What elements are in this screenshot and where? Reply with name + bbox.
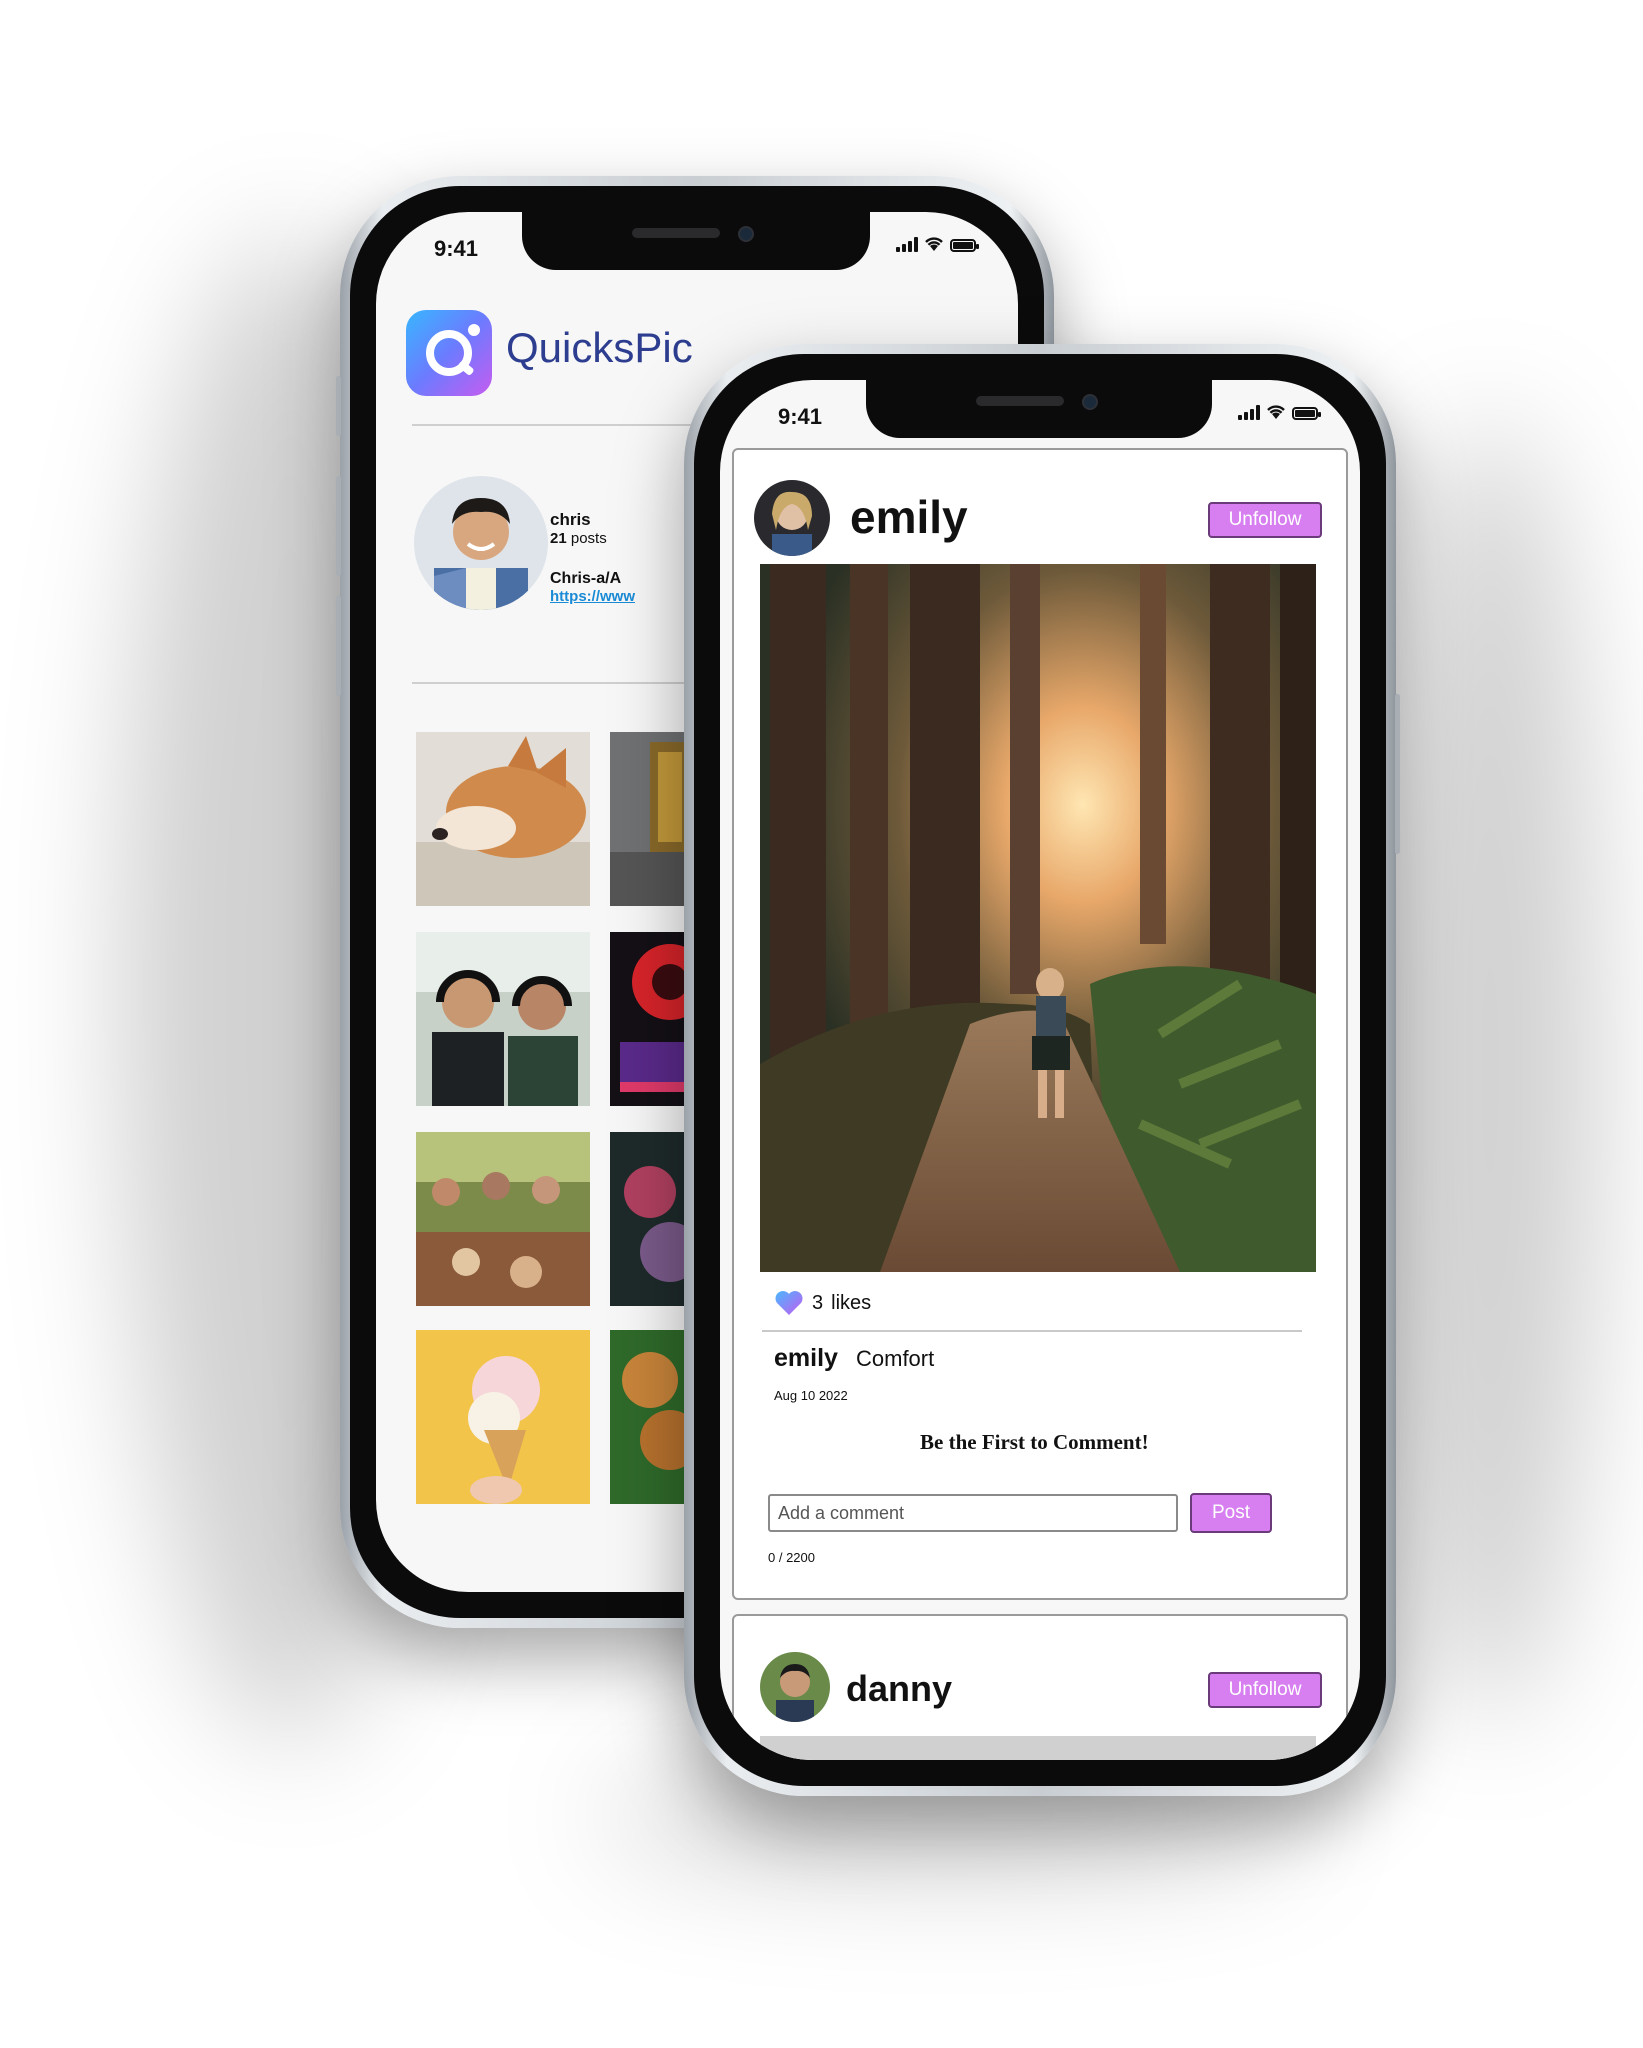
app-name: QuicksPic — [506, 324, 693, 371]
post-comment-button[interactable]: Post — [1190, 1493, 1272, 1533]
status-icons — [1238, 404, 1321, 420]
profile-post-count: 21 posts — [550, 530, 607, 547]
status-time: 9:41 — [434, 236, 479, 261]
battery-icon — [950, 239, 979, 252]
front-phone-notch — [866, 380, 1212, 438]
profile-avatar — [414, 476, 548, 610]
back-phone-side-button — [336, 376, 341, 436]
caption-username[interactable]: emily — [774, 1344, 838, 1373]
quickspic-logo-icon — [406, 310, 492, 396]
status-icons — [896, 236, 979, 252]
back-phone-volume-up — [336, 476, 341, 576]
front-phone-screen: 9:41 emily Unfollow 3 likes emily Comfor… — [720, 380, 1360, 1760]
speaker-grille — [632, 228, 720, 238]
profile-username: chris — [550, 510, 591, 529]
front-phone-power-button — [1395, 694, 1400, 854]
likes-label: likes — [831, 1291, 872, 1314]
front-camera — [1082, 394, 1098, 410]
signal-icon — [896, 236, 918, 252]
wifi-icon — [1267, 405, 1285, 419]
post-author-avatar[interactable] — [754, 480, 830, 556]
post-author-avatar[interactable] — [760, 1652, 830, 1722]
grid-photo-dinner-party[interactable] — [416, 1132, 590, 1306]
profile-display-name: Chris-a/A — [550, 570, 622, 587]
caption-text: Comfort — [856, 1346, 935, 1371]
post-card: emily Unfollow 3 likes emily Comfort Aug… — [732, 448, 1348, 1600]
wifi-icon — [925, 237, 943, 251]
back-phone-notch — [522, 212, 870, 270]
empty-comments-message: Be the First to Comment! — [920, 1430, 1149, 1454]
post-author-username[interactable]: danny — [846, 1668, 952, 1710]
profile-website-link[interactable]: https://www — [550, 588, 635, 605]
post-date: Aug 10 2022 — [774, 1388, 848, 1403]
front-camera — [738, 226, 754, 242]
grid-photo-ice-cream[interactable] — [416, 1330, 590, 1504]
heart-icon[interactable] — [774, 1290, 804, 1316]
battery-icon — [1292, 407, 1321, 420]
unfollow-button[interactable]: Unfollow — [1208, 1672, 1322, 1708]
unfollow-button[interactable]: Unfollow — [1208, 502, 1322, 538]
post-image-forest-hiker[interactable] — [760, 564, 1316, 1272]
post-image-placeholder[interactable] — [760, 1736, 1316, 1760]
post-count-value: 21 — [550, 530, 567, 547]
likes-count: 3 — [812, 1291, 824, 1314]
speaker-grille — [976, 396, 1064, 406]
comment-char-count: 0 / 2200 — [768, 1550, 815, 1565]
front-phone: 9:41 emily Unfollow 3 likes emily Comfor… — [684, 344, 1400, 1796]
post-author-username[interactable]: emily — [850, 490, 968, 544]
likes-row: 3 likes — [774, 1290, 871, 1316]
grid-photo-friends-headphones[interactable] — [416, 932, 590, 1106]
back-phone-volume-down — [336, 596, 341, 696]
likes-divider — [762, 1330, 1302, 1332]
front-phone-bezel: 9:41 emily Unfollow 3 likes emily Comfor… — [694, 354, 1386, 1786]
comment-input[interactable] — [768, 1494, 1178, 1532]
status-time: 9:41 — [778, 404, 823, 429]
signal-icon — [1238, 404, 1260, 420]
front-phone-shadow — [1380, 420, 1600, 1720]
post-count-label: posts — [570, 530, 607, 547]
grid-photo-shiba-dog[interactable] — [416, 732, 590, 906]
post-card: danny Unfollow — [732, 1614, 1348, 1760]
